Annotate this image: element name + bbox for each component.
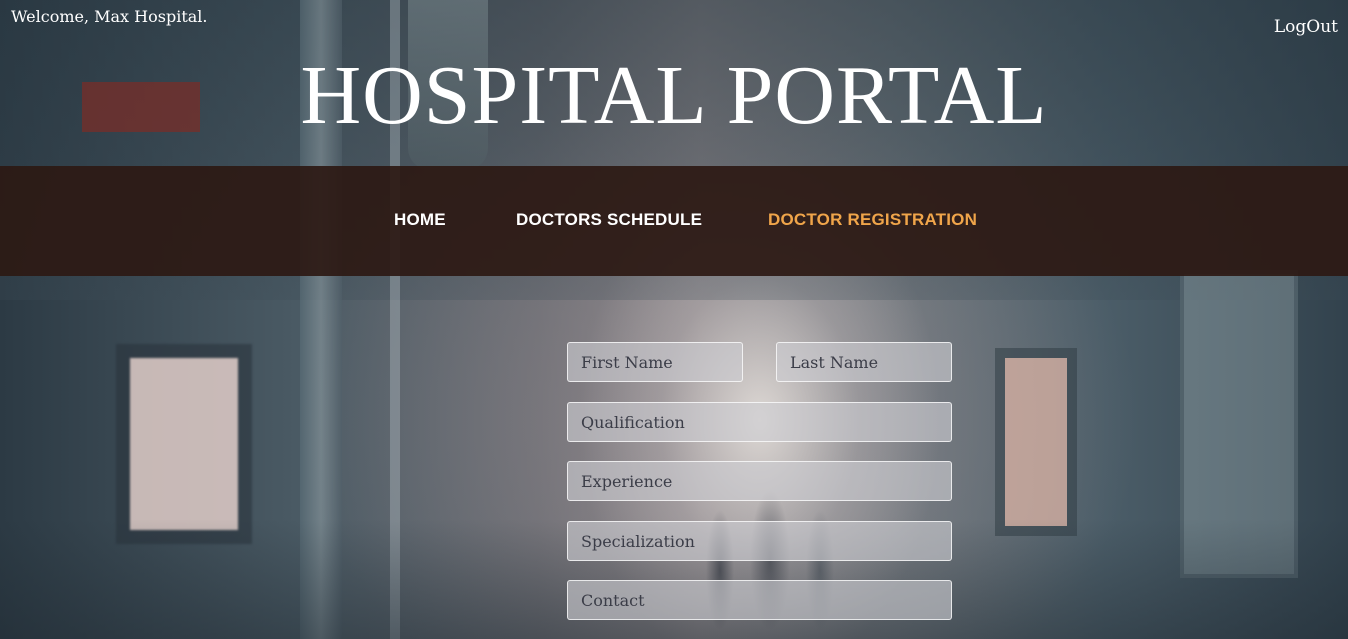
logout-link[interactable]: LogOut	[1274, 17, 1338, 37]
main-nav: HOME DOCTORS SCHEDULE DOCTOR REGISTRATIO…	[0, 166, 1348, 276]
qualification-input[interactable]	[567, 402, 952, 442]
first-name-input[interactable]	[567, 342, 743, 382]
welcome-message: Welcome, Max Hospital.	[11, 7, 208, 26]
page: Welcome, Max Hospital. LogOut HOSPITAL P…	[0, 0, 1348, 639]
contact-input[interactable]	[567, 580, 952, 620]
page-title: HOSPITAL PORTAL	[300, 49, 1048, 142]
experience-input[interactable]	[567, 461, 952, 501]
last-name-input[interactable]	[776, 342, 952, 382]
nav-item-doctor-registration[interactable]: DOCTOR REGISTRATION	[768, 210, 977, 230]
nav-item-doctors-schedule[interactable]: DOCTORS SCHEDULE	[516, 210, 702, 230]
specialization-input[interactable]	[567, 521, 952, 561]
nav-item-home[interactable]: HOME	[394, 210, 446, 230]
